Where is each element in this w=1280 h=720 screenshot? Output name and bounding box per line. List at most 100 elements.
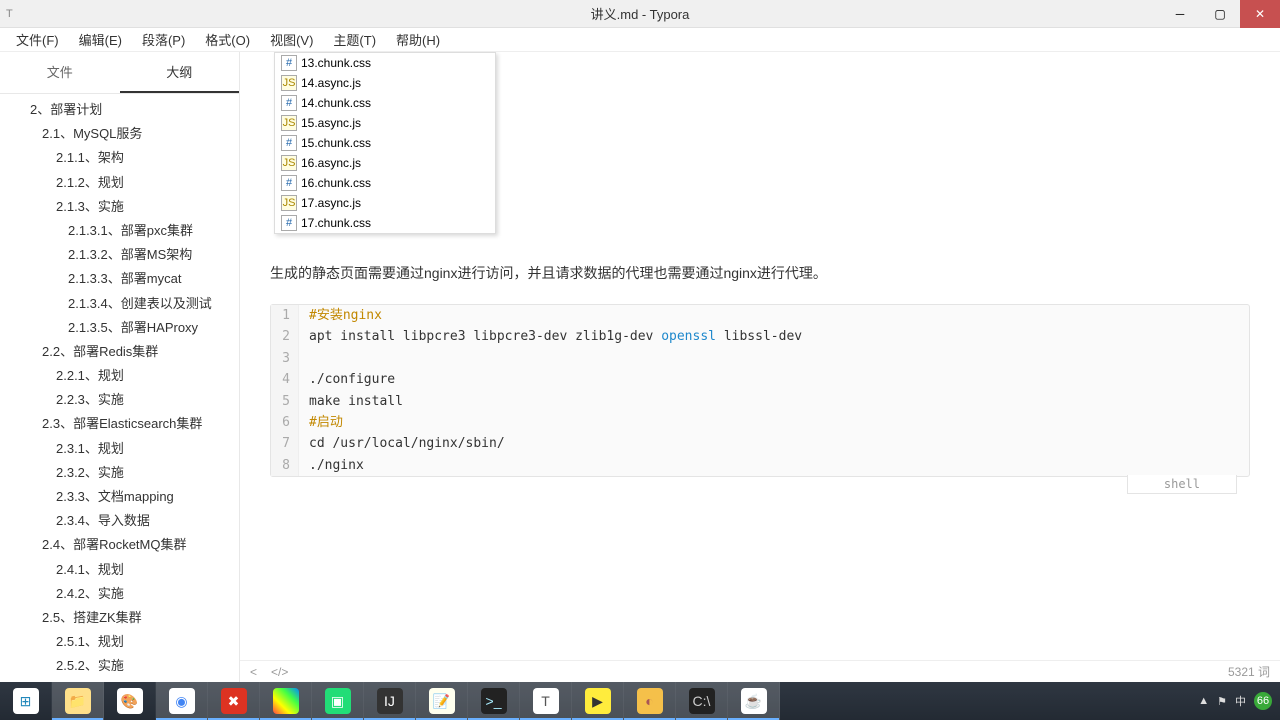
potplayer-icon[interactable]: ▶ (572, 682, 624, 720)
terminal-icon[interactable]: >_ (468, 682, 520, 720)
code-line[interactable]: 6#启动 (271, 412, 1249, 433)
menu-item[interactable]: 帮助(H) (386, 30, 450, 49)
xshell-icon[interactable]: ✖ (208, 682, 260, 720)
outline-tree[interactable]: 2、部署计划2.1、MySQL服务2.1.1、架构2.1.2、规划2.1.3、实… (0, 94, 239, 682)
code-toggle-icon[interactable]: </> (271, 665, 288, 679)
outline-item[interactable]: 2.1.2、规划 (0, 171, 239, 195)
outline-item[interactable]: 2.5、搭建ZK集群 (0, 606, 239, 630)
typora-icon[interactable]: T (520, 682, 572, 720)
system-tray[interactable]: ▲ ⚑ 中 66 (1198, 692, 1280, 710)
outline-item[interactable]: 2.3.3、文档mapping (0, 485, 239, 509)
outline-item[interactable]: 2.1.3.2、部署MS架构 (0, 243, 239, 267)
file-row[interactable]: #17.chunk.css (275, 213, 495, 233)
excel-icon-glyph: ▣ (325, 688, 351, 714)
outline-item[interactable]: 2.4、部署RocketMQ集群 (0, 533, 239, 557)
code-line[interactable]: 5make install (271, 391, 1249, 412)
menu-item[interactable]: 格式(O) (195, 30, 260, 49)
intellij-icon[interactable]: IJ (364, 682, 416, 720)
java-icon-glyph: ☕ (741, 688, 767, 714)
outline-item[interactable]: 2.1.3.4、创建表以及测试 (0, 292, 239, 316)
code-line[interactable]: 1#安装nginx (271, 305, 1249, 326)
file-row[interactable]: #15.chunk.css (275, 133, 495, 153)
line-content: apt install libpcre3 libpcre3-dev zlib1g… (299, 326, 802, 347)
file-row[interactable]: #13.chunk.css (275, 53, 495, 73)
line-content (299, 348, 309, 369)
outline-item[interactable]: 2.3.4、导入数据 (0, 509, 239, 533)
typora-app-icon: T (6, 8, 26, 20)
outline-item[interactable]: 2.1.3.1、部署pxc集群 (0, 219, 239, 243)
file-row[interactable]: JS16.async.js (275, 153, 495, 173)
outline-item[interactable]: 2.1.3.3、部署mycat (0, 267, 239, 291)
menu-item[interactable]: 视图(V) (260, 30, 323, 49)
code-line[interactable]: 3 (271, 348, 1249, 369)
file-row[interactable]: JS 14.async.js (275, 73, 495, 93)
line-content: cd /usr/local/nginx/sbin/ (299, 433, 505, 454)
code-line[interactable]: 2apt install libpcre3 libpcre3-dev zlib1… (271, 326, 1249, 347)
taskbar: ⊞📁 🎨 ◉✖ ▣ IJ📝>_ T ▶ ◐ C:\ ☕ ▲ ⚑ 中 66 (0, 682, 1280, 720)
paint-icon-glyph: 🎨 (117, 688, 143, 714)
cmd-icon[interactable]: C:\ (676, 682, 728, 720)
explorer-icon[interactable]: 📁 (52, 682, 104, 720)
file-row[interactable]: #16.chunk.css (275, 173, 495, 193)
file-row[interactable]: JS17.async.js (275, 193, 495, 213)
tray-badge[interactable]: 66 (1254, 692, 1272, 710)
outline-item[interactable]: 2.2.3、实施 (0, 388, 239, 412)
outline-item[interactable]: 2、部署计划 (0, 98, 239, 122)
tray-chevron-icon[interactable]: ▲ (1198, 695, 1209, 707)
close-button[interactable]: ✕ (1240, 0, 1280, 28)
code-language-label[interactable]: shell (1127, 475, 1237, 494)
ime-indicator[interactable]: 中 (1235, 693, 1246, 709)
outline-item[interactable]: 2.4.1、规划 (0, 558, 239, 582)
file-row[interactable]: JS15.async.js (275, 113, 495, 133)
typora-icon-glyph: T (533, 688, 559, 714)
menu-item[interactable]: 编辑(E) (69, 30, 132, 49)
file-name: 16.chunk.css (301, 176, 371, 190)
outline-item[interactable]: 2.4.2、实施 (0, 582, 239, 606)
menu-item[interactable]: 文件(F) (6, 30, 69, 49)
outline-item[interactable]: 2.3.1、规划 (0, 437, 239, 461)
menu-item[interactable]: 主题(T) (323, 30, 386, 49)
outline-item[interactable]: 2.2.1、规划 (0, 364, 239, 388)
file-row[interactable]: #14.chunk.css (275, 93, 495, 113)
js-file-icon: JS (281, 75, 297, 91)
menu-item[interactable]: 段落(P) (132, 30, 195, 49)
java-icon[interactable]: ☕ (728, 682, 780, 720)
tray-flag-icon[interactable]: ⚑ (1217, 695, 1227, 708)
cmd-icon-glyph: C:\ (689, 688, 715, 714)
outline-item[interactable]: 2.2、部署Redis集群 (0, 340, 239, 364)
file-name: 14.async.js (301, 76, 361, 90)
excel-icon[interactable]: ▣ (312, 682, 364, 720)
code-line[interactable]: 4./configure (271, 369, 1249, 390)
file-name: 15.chunk.css (301, 136, 371, 150)
tab-outline[interactable]: 大纲 (120, 52, 240, 93)
code-line[interactable]: 8./nginx (271, 455, 1249, 476)
outline-item[interactable]: 2.1.3、实施 (0, 195, 239, 219)
notepad-icon[interactable]: 📝 (416, 682, 468, 720)
code-block[interactable]: 1#安装nginx2apt install libpcre3 libpcre3-… (270, 304, 1250, 478)
line-content: ./nginx (299, 455, 364, 476)
potplayer-icon-glyph: ▶ (585, 688, 611, 714)
line-content: #启动 (299, 412, 343, 433)
tab-files[interactable]: 文件 (0, 52, 120, 93)
start-button[interactable]: ⊞ (0, 682, 52, 720)
outline-item[interactable]: 2.3.2、实施 (0, 461, 239, 485)
outline-item[interactable]: 2.1.1、架构 (0, 146, 239, 170)
swirl-icon[interactable]: ◐ (624, 682, 676, 720)
minimize-button[interactable]: ─ (1160, 0, 1200, 28)
editor-content[interactable]: #13.chunk.cssJS14.async.js#14.chunk.cssJ… (240, 52, 1280, 682)
outline-item[interactable]: 2.1、MySQL服务 (0, 122, 239, 146)
code-line[interactable]: 7cd /usr/local/nginx/sbin/ (271, 433, 1249, 454)
line-content: #安装nginx (299, 305, 382, 326)
chrome-icon[interactable]: ◉ (156, 682, 208, 720)
outline-item[interactable]: 2.3、部署Elasticsearch集群 (0, 412, 239, 436)
outline-item[interactable]: 2.5.1、规划 (0, 630, 239, 654)
paint-icon[interactable]: 🎨 (104, 682, 156, 720)
word-count[interactable]: 5321 词 (1228, 663, 1270, 680)
rainbow-icon[interactable] (260, 682, 312, 720)
back-icon[interactable]: < (250, 665, 257, 679)
maximize-button[interactable]: ▢ (1200, 0, 1240, 28)
outline-item[interactable]: 2.5.2、实施 (0, 654, 239, 678)
line-number: 5 (271, 391, 299, 412)
outline-item[interactable]: 2.1.3.5、部署HAProxy (0, 316, 239, 340)
line-number: 4 (271, 369, 299, 390)
